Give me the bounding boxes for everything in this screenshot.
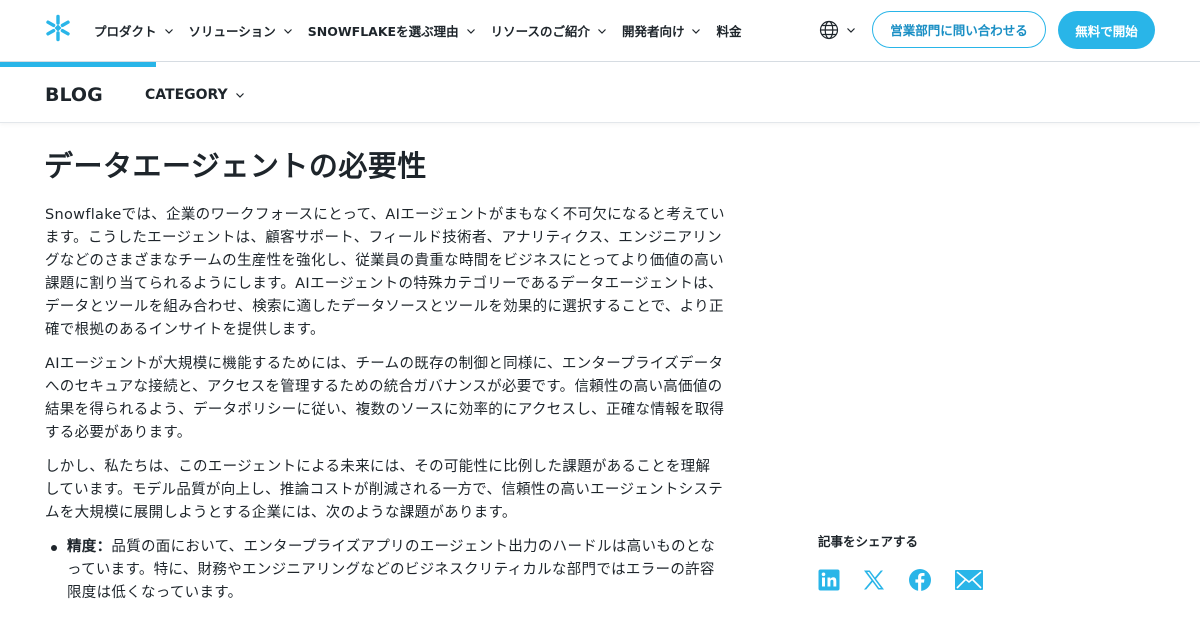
article-body: Snowflakeでは、企業のワークフォースにとって、AIエージェントがまもなく…: [45, 204, 725, 605]
list-item-text: 品質の面において、エンタープライズアプリのエージェント出力のハードルは高いものと…: [67, 539, 716, 601]
challenge-list: 精度：品質の面において、エンタープライズアプリのエージェント出力のハードルは高い…: [45, 536, 725, 605]
reading-progress-bar: [0, 62, 156, 67]
menu-item-label: リソースのご紹介: [490, 24, 590, 39]
chevron-down-icon: [466, 28, 475, 34]
blog-home-link[interactable]: BLOG: [45, 84, 103, 106]
language-selector[interactable]: [819, 20, 857, 40]
category-dropdown[interactable]: CATEGORY: [145, 87, 246, 103]
article-paragraph: Snowflakeでは、企業のワークフォースにとって、AIエージェントがまもなく…: [45, 207, 725, 338]
menu-item-solutions[interactable]: ソリューション: [189, 21, 294, 40]
chevron-down-icon: [598, 28, 606, 34]
menu-item-why-snowflake[interactable]: SNOWFLAKEを選ぶ理由: [308, 21, 477, 40]
chevron-down-icon: [692, 28, 701, 34]
menu-item-developers[interactable]: 開発者向け: [622, 21, 703, 40]
x-icon[interactable]: [862, 569, 886, 591]
list-item: 精度：品質の面において、エンタープライズアプリのエージェント出力のハードルは高い…: [51, 536, 725, 605]
chevron-down-icon: [847, 28, 855, 33]
contact-sales-button[interactable]: 営業部門に問い合わせる: [872, 11, 1046, 48]
menu-item-label: プロダクト: [94, 24, 157, 39]
linkedin-icon[interactable]: [818, 569, 840, 591]
menu-item-label: 料金: [716, 24, 742, 39]
category-label: CATEGORY: [145, 87, 228, 103]
chevron-down-icon: [235, 93, 244, 98]
menu-item-pricing[interactable]: 料金: [716, 21, 741, 40]
list-item-term: 精度：: [67, 539, 112, 555]
menu-item-label: 開発者向け: [621, 24, 685, 39]
menu-item-resources[interactable]: リソースのご紹介: [491, 21, 608, 40]
share-title: 記事をシェアする: [818, 534, 919, 549]
facebook-icon[interactable]: [908, 568, 932, 592]
chevron-down-icon: [283, 28, 292, 34]
chevron-down-icon: [164, 28, 173, 34]
globe-icon: [819, 20, 839, 40]
email-icon[interactable]: [954, 569, 984, 591]
article-title: データエージェントの必要性: [44, 149, 427, 183]
menu-item-products[interactable]: プロダクト: [94, 21, 175, 40]
share-icons: [818, 568, 1006, 592]
snowflake-logo[interactable]: [44, 14, 72, 42]
start-free-button[interactable]: 無料で開始: [1058, 11, 1155, 49]
menu-item-label: ソリューション: [188, 24, 276, 39]
menu-item-label: SNOWFLAKEを選ぶ理由: [307, 24, 459, 39]
share-panel: 記事をシェアする: [818, 531, 1006, 592]
article-paragraph: しかし、私たちは、このエージェントによる未来には、その可能性に比例した課題がある…: [45, 459, 724, 521]
main-menu: プロダクト ソリューション SNOWFLAKEを選ぶ理由 リソースのご紹介 開発…: [94, 0, 756, 61]
blog-subnav: BLOG CATEGORY: [0, 62, 1200, 123]
article-paragraph: AIエージェントが大規模に機能するためには、チームの既存の制御と同様に、エンター…: [45, 356, 725, 441]
top-navigation: プロダクト ソリューション SNOWFLAKEを選ぶ理由 リソースのご紹介 開発…: [0, 0, 1200, 62]
bullet-dot: [51, 545, 57, 551]
